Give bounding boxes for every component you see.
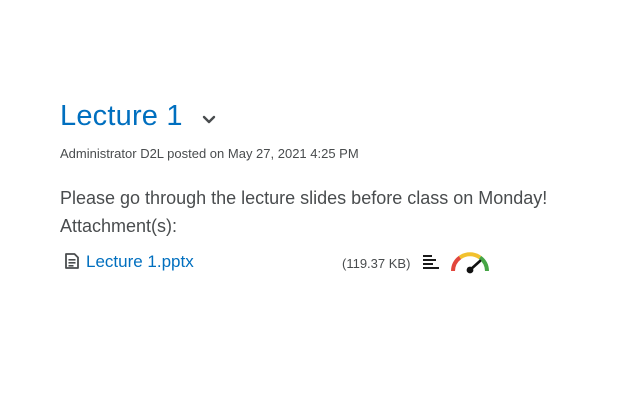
attachment-row: Lecture 1.pptx (119.37 KB) [60, 248, 500, 278]
title-row: Lecture 1 [60, 98, 217, 134]
file-icon [64, 253, 80, 269]
announcement-item: Lecture 1 Administrator D2L posted on Ma… [0, 0, 640, 400]
post-meta: Administrator D2L posted on May 27, 2021… [60, 146, 359, 161]
body-message: Please go through the lecture slides bef… [60, 188, 548, 208]
announcement-body: Please go through the lecture slides bef… [60, 184, 547, 240]
attachment-link[interactable]: Lecture 1.pptx [86, 252, 194, 272]
attachments-label: Attachment(s): [60, 216, 178, 236]
announcement-title: Lecture 1 [60, 100, 183, 132]
chevron-down-icon[interactable] [201, 112, 217, 128]
attachment-size: (119.37 KB) [342, 256, 411, 271]
text-lines-icon[interactable] [422, 254, 440, 270]
gauge-icon[interactable] [449, 248, 491, 274]
